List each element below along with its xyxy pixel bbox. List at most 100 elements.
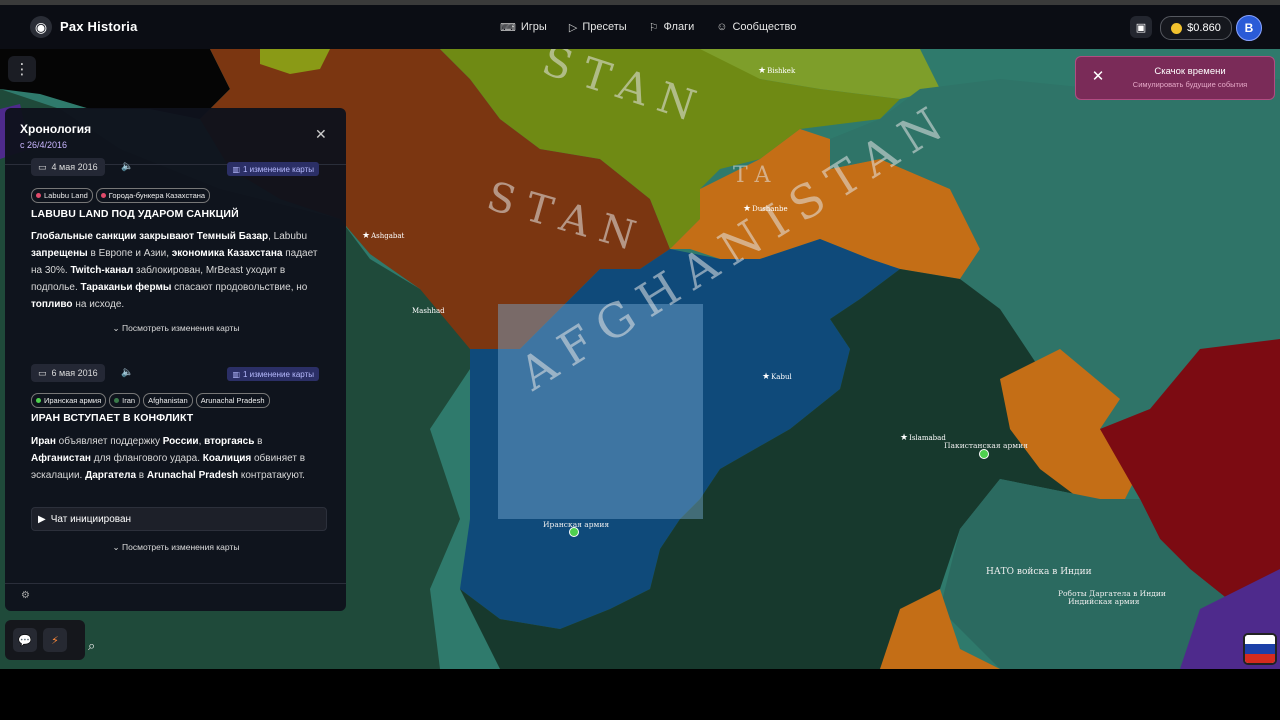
map-icon: ▥ [232, 164, 240, 174]
balance-value: $0.860 [1187, 22, 1221, 34]
brand-name[interactable]: Pax Historia [60, 19, 138, 34]
flag-stripe [1245, 653, 1275, 663]
speaker-icon[interactable]: 🔈 [121, 367, 133, 378]
tag-label: Arunachal Pradesh [200, 396, 265, 405]
entry-tags: Labubu Land Города-бункера Казахстана [31, 188, 211, 203]
tag-dot [114, 398, 120, 403]
bottom-letterbox [0, 669, 1280, 720]
nav-games[interactable]: ⌨ Игры [500, 21, 547, 34]
tag-dot [36, 193, 41, 198]
city-kabul[interactable]: ★Kabul [762, 372, 792, 382]
flag-stripe [1245, 635, 1275, 645]
tag-dot [100, 193, 106, 198]
city-label: Dushanbe [752, 205, 788, 213]
flag-icon: ⚐ [648, 21, 659, 34]
entry-body: Глобальные санкции закрывают Темный База… [31, 231, 318, 310]
capital-star-icon: ★ [900, 433, 909, 443]
calendar-icon: ▭ [38, 367, 47, 378]
search-icon[interactable]: ⌕ [88, 638, 95, 654]
users-icon: ☺ [716, 21, 728, 33]
nav-label: Флаги [663, 21, 695, 33]
entry-date: ▭ 6 мая 2016 [31, 364, 105, 382]
nav-flags[interactable]: ⚐ Флаги [649, 21, 695, 34]
tag[interactable]: Иранская армия [31, 393, 107, 408]
tag-label: Labubu Land [44, 191, 88, 200]
city-bishkek[interactable]: ★Bishkek [758, 66, 795, 76]
tag[interactable]: Iran [109, 393, 141, 408]
unit-indian-army[interactable]: Индийская армия [1068, 597, 1139, 606]
main-nav: ⌨ Игры ▷ Пресеты ⚐ Флаги ☺ Сообщество [500, 5, 796, 49]
tag[interactable]: Afghanistan [143, 393, 193, 408]
map-changes-badge[interactable]: ▥ 1 изменение карты [227, 162, 319, 176]
timeline-panel: Хронология с 26/4/2016 ✕ ▭ 4 мая 2016 🔈 ▥… [5, 108, 346, 611]
calendar-icon: ▭ [38, 161, 47, 172]
city-islamabad[interactable]: ★Islamabad [900, 433, 946, 443]
map-changes-badge[interactable]: ▥ 1 изменение карты [227, 367, 319, 381]
toast-subtitle: Симулировать будущие события [1132, 80, 1248, 89]
view-map-changes-link[interactable]: ⌄ Посмотреть изменения карты [31, 323, 321, 334]
date-text: 6 мая 2016 [51, 368, 98, 378]
tool-dock: 💬 ⚡ [5, 620, 85, 660]
close-icon[interactable]: ✕ [1088, 67, 1108, 87]
country-flag-button[interactable] [1243, 633, 1277, 665]
tag[interactable]: Города-бункера Казахстана [95, 188, 211, 203]
speaker-icon[interactable]: 🔈 [121, 161, 133, 172]
balance-button[interactable]: $0.860 [1160, 16, 1232, 40]
gift-icon[interactable]: ▣ [1130, 16, 1152, 38]
nav-label: Сообщество [732, 21, 797, 33]
nav-presets[interactable]: ▷ Пресеты [569, 21, 627, 34]
city-label: Ashgabat [371, 232, 405, 240]
view-changes-text: Посмотреть изменения карты [122, 323, 240, 333]
tag[interactable]: Arunachal Pradesh [195, 393, 270, 408]
tag[interactable]: Labubu Land [31, 188, 93, 203]
view-changes-text: Посмотреть изменения карты [122, 542, 240, 552]
play-icon: ▷ [568, 21, 578, 34]
toast-title: Скачок времени [1154, 66, 1226, 77]
capital-star-icon: ★ [758, 66, 767, 76]
panel-title: Хронология [20, 122, 92, 136]
more-menu-icon[interactable]: ⋮ [8, 56, 36, 82]
tag-label: Иранская армия [44, 396, 102, 405]
chat-label: Чат инициирован [50, 513, 132, 525]
capital-star-icon: ★ [743, 204, 752, 214]
city-label: Mashhad [412, 307, 445, 315]
close-icon[interactable]: ✕ [315, 126, 327, 143]
unit-marker-pakistan[interactable] [979, 449, 989, 459]
tag-label: Afghanistan [148, 396, 188, 405]
entry-headline: LABUBU LAND ПОД УДАРОМ САНКЦИЙ [31, 208, 239, 220]
nav-community[interactable]: ☺ Сообщество [716, 21, 796, 33]
lightning-icon[interactable]: ⚡ [43, 628, 67, 652]
chevron-down-icon: ⌄ [112, 323, 123, 333]
view-map-changes-link[interactable]: ⌄ Посмотреть изменения карты [31, 542, 321, 553]
tag-dot [36, 398, 41, 403]
region-label-ta: TA [733, 163, 779, 188]
top-navigation-bar: ◉ Pax Historia ⌨ Игры ▷ Пресеты ⚐ Флаги ☺ Со… [0, 5, 1280, 49]
tag-label: Iran [122, 396, 136, 405]
nav-label: Игры [520, 21, 547, 33]
avatar[interactable]: B [1236, 15, 1262, 41]
capital-star-icon: ★ [762, 372, 771, 382]
chevron-down-icon: ⌄ [112, 542, 123, 552]
triangle-right-icon: ▶ [38, 513, 46, 525]
gamepad-icon: ⌨ [500, 21, 516, 34]
entry-headline: ИРАН ВСТУПАЕТ В КОНФЛИКТ [31, 412, 194, 424]
unit-nato-india[interactable]: НАТО войска в Индии [986, 567, 1092, 577]
map-changes-text: 1 изменение карты [243, 164, 314, 174]
panel-footer: ⚙ [5, 583, 346, 611]
settings-icon[interactable]: ⚙ [21, 590, 30, 601]
city-label: Islamabad [909, 434, 946, 442]
city-ashgabat[interactable]: ★Ashgabat [362, 231, 404, 241]
entry-date: ▭ 4 мая 2016 [31, 158, 105, 176]
map-icon: ▥ [232, 369, 240, 379]
chat-initiated-toggle[interactable]: ▶ Чат инициирован [31, 507, 327, 531]
flag-stripe [1245, 644, 1275, 654]
app-logo-icon[interactable]: ◉ [30, 16, 52, 38]
city-dushanbe[interactable]: ★Dushanbe [743, 204, 788, 214]
chat-icon[interactable]: 💬 [13, 628, 37, 652]
date-text: 4 мая 2016 [51, 162, 98, 172]
tag-label: Города-бункера Казахстана [108, 191, 206, 200]
map-changes-text: 1 изменение карты [243, 369, 314, 379]
unit-marker-iran[interactable] [569, 527, 579, 537]
city-mashhad[interactable]: Mashhad [412, 307, 445, 315]
entry-body: Иран объявляет поддержку России, вторгая… [31, 436, 306, 481]
